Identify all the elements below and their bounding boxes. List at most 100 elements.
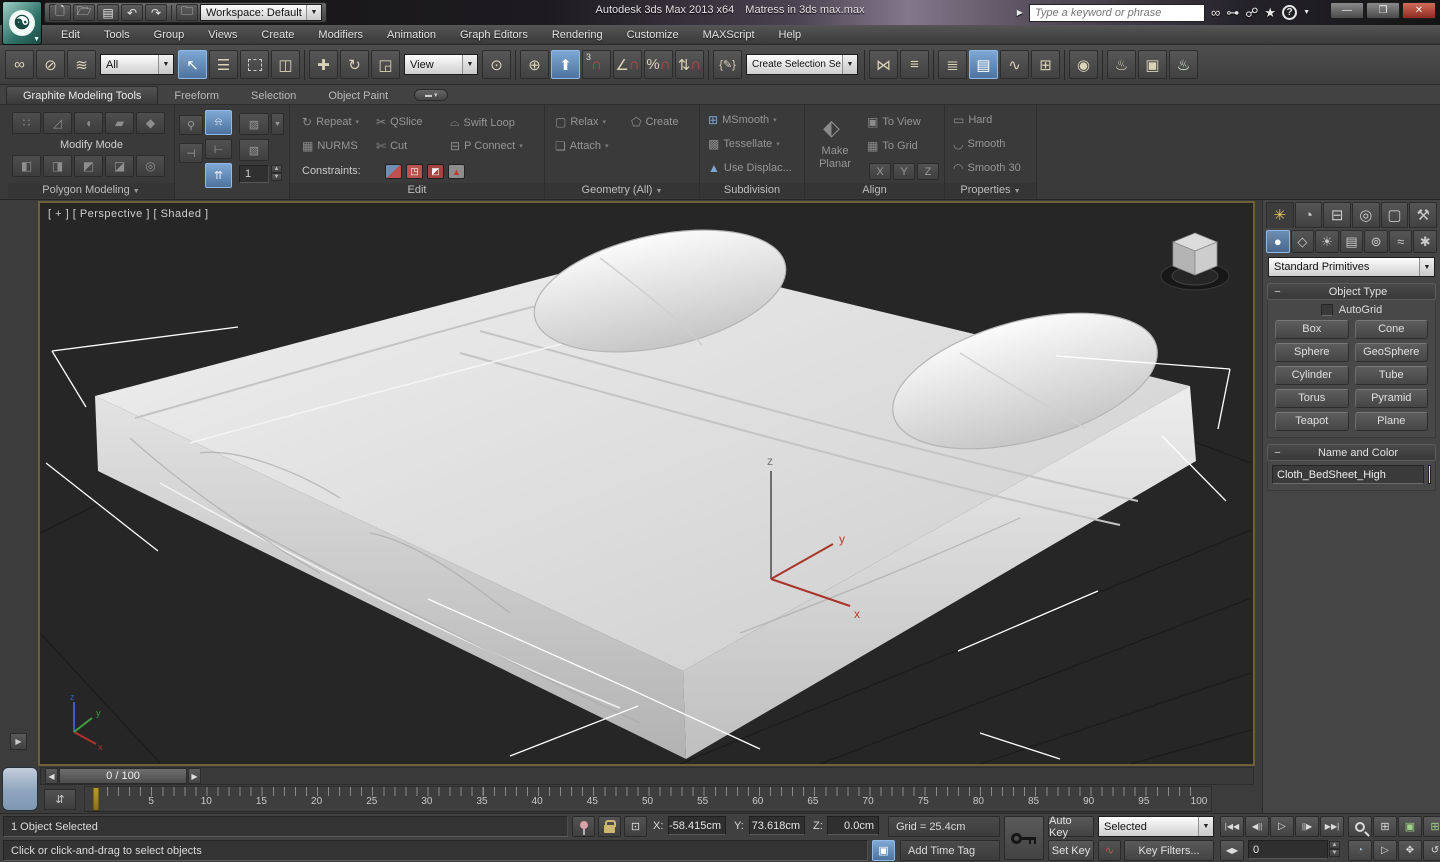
spinner-down-icon[interactable]: ▼ [271, 173, 282, 181]
play-button[interactable]: ▷ [1270, 816, 1294, 837]
select-and-scale-button[interactable]: ◲ [371, 50, 400, 79]
box-button[interactable]: Box [1275, 320, 1349, 339]
plane-button[interactable]: Plane [1355, 412, 1429, 431]
menu-customize[interactable]: Customize [616, 27, 690, 43]
menu-views[interactable]: Views [197, 27, 248, 43]
select-object-button[interactable]: ↖ [178, 50, 207, 79]
align-to-view-button[interactable]: ▣To View [867, 115, 921, 129]
category-geometry-icon[interactable]: ● [1266, 230, 1290, 253]
isolate-selection-icon[interactable] [572, 816, 595, 837]
align-x-button[interactable]: X [869, 163, 891, 180]
redo-button[interactable]: ↷ [145, 4, 167, 21]
open-mini-curve-editor-button[interactable]: ⇵ [44, 789, 76, 810]
viewport-canvas[interactable]: z y x [40, 203, 1253, 764]
use-pivot-point-center-button[interactable]: ⊙ [482, 50, 511, 79]
category-space-warps-icon[interactable]: ≈ [1389, 230, 1413, 253]
polygon-modeling-footer[interactable]: Polygon Modeling ▼ [8, 183, 174, 198]
properties-footer[interactable]: Properties ▼ [945, 183, 1036, 198]
object-name-field[interactable] [1272, 465, 1424, 484]
select-and-link-icon[interactable]: ∞ [5, 50, 34, 79]
tab-motion-icon[interactable]: ◎ [1352, 202, 1380, 228]
select-and-rotate-button[interactable]: ↻ [340, 50, 369, 79]
category-helpers-icon[interactable]: ⊚ [1364, 230, 1388, 253]
constraint-face-icon[interactable]: ◩ [427, 164, 444, 179]
left-panel-flyout-button[interactable]: ▶ [10, 733, 27, 750]
3dsmax-logo-button[interactable]: ☯ ▼ [2, 1, 42, 45]
tab-create-icon[interactable]: ✳ [1266, 202, 1294, 228]
select-and-manipulate-button[interactable]: ⊕ [520, 50, 549, 79]
save-file-button[interactable]: ▤ [97, 4, 119, 21]
repeat-button[interactable]: ↻Repeat▾ [302, 115, 359, 129]
y-coord-field[interactable]: 73.618cm [749, 816, 805, 835]
menu-create[interactable]: Create [250, 27, 305, 43]
swift-loop-button[interactable]: ⌓Swift Loop [450, 115, 515, 130]
reference-coordinate-dropdown[interactable]: View ▼ [404, 54, 478, 75]
mirror-button[interactable]: ⋈ [869, 50, 898, 79]
open-file-button[interactable]: 🗁 [73, 4, 95, 21]
time-slider[interactable]: ◀ 0 / 100 ▶ [40, 767, 1254, 785]
viewcube[interactable] [1153, 223, 1237, 297]
smooth-30-button[interactable]: ◠Smooth 30 [953, 161, 1021, 175]
orbit-icon[interactable]: ↺ [1423, 840, 1440, 861]
qslice-button[interactable]: ✂QSlice [376, 115, 422, 129]
material-editor-button[interactable]: ◉ [1069, 50, 1098, 79]
menu-graph-editors[interactable]: Graph Editors [449, 27, 539, 43]
go-to-end-button[interactable]: ▶▶| [1320, 816, 1344, 837]
category-systems-icon[interactable]: ✱ [1413, 230, 1437, 253]
polygon-subobject-icon[interactable]: ▰ [105, 112, 134, 134]
close-button[interactable]: ✕ [1402, 2, 1436, 19]
communication-center-icon[interactable]: ☍ [1245, 5, 1258, 21]
bind-to-space-warp-icon[interactable]: ≋ [67, 50, 96, 79]
autogrid-checkbox[interactable] [1321, 304, 1333, 316]
previous-frame-arrow[interactable]: ◀ [45, 768, 58, 784]
pin-stack-icon[interactable]: ◧ [12, 155, 41, 177]
layer-manager-button[interactable]: ≣ [938, 50, 967, 79]
key-filters-button[interactable]: Key Filters... [1124, 840, 1214, 861]
next-frame-button[interactable]: ||▶ [1295, 816, 1319, 837]
element-subobject-icon[interactable]: ◆ [136, 112, 165, 134]
key-mode-toggle-icon[interactable]: ◀▶ [1220, 840, 1244, 861]
zoom-all-icon[interactable]: ⊞ [1373, 816, 1397, 837]
x-coord-field[interactable]: -58.415cm [668, 816, 726, 835]
torus-button[interactable]: Torus [1275, 389, 1349, 408]
viewcube-cube[interactable] [1173, 233, 1217, 275]
workspace-dropdown[interactable]: Workspace: Default ▼ [200, 4, 322, 21]
teapot-button[interactable]: Teapot [1275, 412, 1349, 431]
smooth-edges-button[interactable]: ◡Smooth [953, 137, 1005, 151]
search-flyout-icon[interactable]: ▶ [1017, 8, 1023, 17]
tube-button[interactable]: Tube [1355, 366, 1429, 385]
cut-button[interactable]: ✄Cut [376, 139, 407, 153]
time-configuration-icon[interactable]: ◔ [1348, 840, 1372, 861]
z-coord-field[interactable]: 0.0cm [827, 816, 879, 835]
tessellate-button[interactable]: ▩Tessellate▾ [708, 137, 780, 151]
render-production-button[interactable]: ♨ [1169, 50, 1198, 79]
tab-hierarchy-icon[interactable]: ⊟ [1323, 202, 1351, 228]
spinner-up-icon[interactable]: ▲ [1329, 841, 1340, 849]
track-bar[interactable]: 0510152025303540455055606570758085909510… [84, 786, 1212, 812]
search-icon[interactable]: ∞ [1211, 5, 1220, 20]
constraint-none-icon[interactable] [385, 164, 402, 179]
frame-spinner[interactable]: ▲▼ [1329, 841, 1340, 857]
category-cameras-icon[interactable]: ▤ [1340, 230, 1364, 253]
lock-stack-icon[interactable]: ⊣ [179, 143, 203, 163]
viewport-label[interactable]: [ + ] [ Perspective ] [ Shaded ] [48, 208, 209, 220]
key-mode-dropdown[interactable]: Selected ▼ [1098, 816, 1214, 837]
help-icon[interactable]: ? [1282, 5, 1297, 20]
select-and-move-button[interactable]: ✚ [309, 50, 338, 79]
snaps-toggle-button[interactable]: ⬆ [551, 50, 580, 79]
geosphere-button[interactable]: GeoSphere [1355, 343, 1429, 362]
use-soft-selection-icon[interactable]: ⊢ [205, 139, 232, 159]
tab-utilities-icon[interactable]: ⚒ [1409, 202, 1437, 228]
rectangular-selection-region-button[interactable] [240, 50, 269, 79]
msmooth-button[interactable]: ⊞MSmooth▾ [708, 113, 777, 127]
align-y-button[interactable]: Y [893, 163, 915, 180]
absolute-mode-transform-icon[interactable]: ⊡ [624, 816, 647, 837]
menu-group[interactable]: Group [143, 27, 196, 43]
attach-button[interactable]: ❏Attach▾ [555, 139, 608, 153]
cylinder-button[interactable]: Cylinder [1275, 366, 1349, 385]
time-slider-value[interactable]: 0 / 100 [59, 768, 187, 784]
default-in-out-tangents-icon[interactable]: ∿ [1098, 840, 1121, 861]
cone-button[interactable]: Cone [1355, 320, 1429, 339]
spinner-snap-toggle[interactable]: ⇅∩ [675, 50, 704, 79]
iterations-spinner[interactable]: ▲▼ [271, 165, 282, 181]
